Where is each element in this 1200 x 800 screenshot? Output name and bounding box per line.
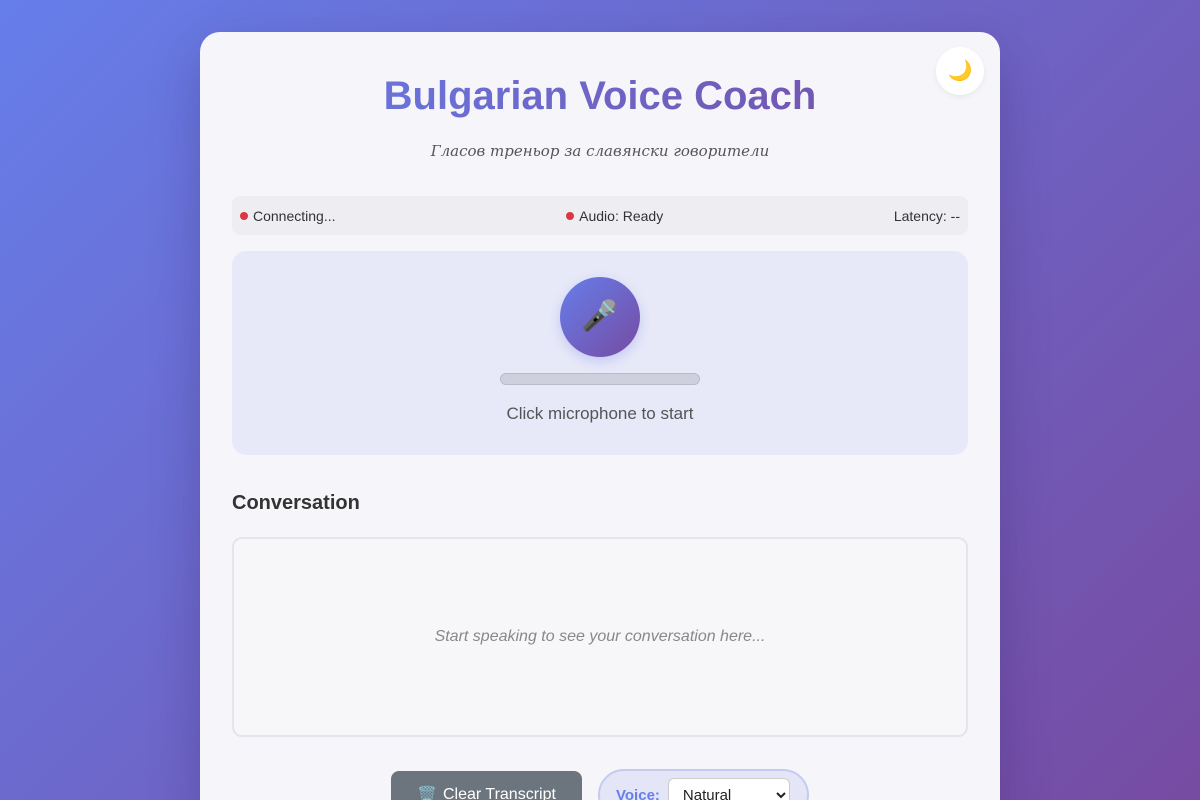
microphone-icon: 🎤 <box>581 300 619 333</box>
audio-status-text: Audio: Ready <box>579 207 664 224</box>
voice-status-text: Click microphone to start <box>506 404 694 423</box>
clear-transcript-button[interactable]: 🗑️ Clear Transcript <box>391 771 582 800</box>
voice-selector: Voice: Natural <box>598 769 809 800</box>
main-card: 🌙 Bulgarian Voice Coach Гласов треньор з… <box>200 32 1000 800</box>
transcript-area[interactable]: Start speaking to see your conversation … <box>232 537 968 737</box>
audio-status: Audio: Ready <box>566 208 663 224</box>
page-subtitle: Гласов треньор за славянски говорители <box>430 142 770 160</box>
connection-indicator-icon <box>240 211 248 220</box>
status-bar: Connecting... Audio: Ready Latency: -- <box>232 196 968 235</box>
transcript-placeholder: Start speaking to see your conversation … <box>434 628 766 645</box>
audio-level-meter <box>500 373 700 385</box>
microphone-button[interactable]: 🎤 <box>560 277 640 357</box>
latency-status-text: Latency: -- <box>893 207 960 224</box>
voice-panel: 🎤 Click microphone to start <box>232 251 968 455</box>
page-title: Bulgarian Voice Coach <box>200 74 1000 119</box>
trash-icon: 🗑️ <box>417 787 437 800</box>
connection-status-text: Connecting... <box>253 207 336 224</box>
voice-label: Voice: <box>616 786 660 800</box>
voice-select[interactable]: Natural <box>667 778 790 800</box>
audio-indicator-icon <box>566 211 575 220</box>
clear-transcript-label: Clear Transcript <box>443 786 556 800</box>
connection-status: Connecting... <box>240 208 336 224</box>
latency-status: Latency: -- <box>894 208 960 224</box>
conversation-heading: Conversation <box>232 492 360 514</box>
